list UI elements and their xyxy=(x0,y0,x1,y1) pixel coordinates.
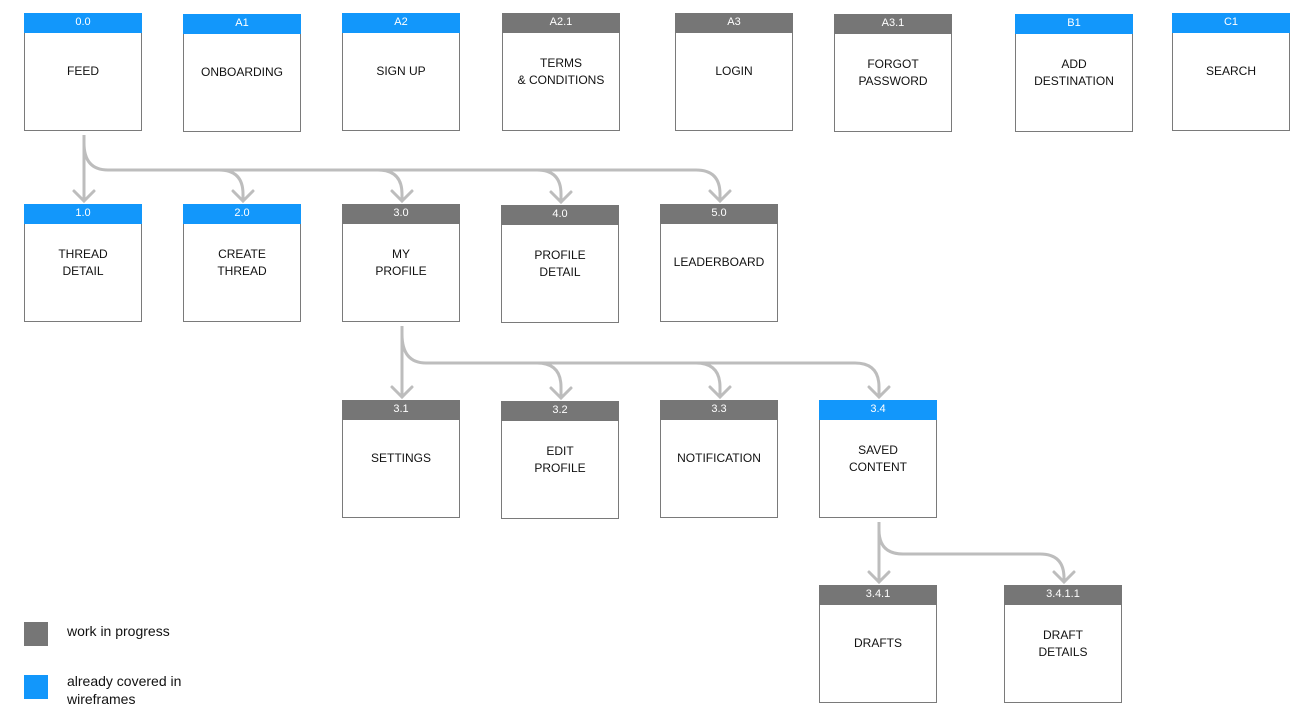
screen-id-badge: 3.4.1 xyxy=(819,585,937,605)
connector-line xyxy=(82,142,696,172)
screen-id-badge: 3.4 xyxy=(819,400,937,420)
screen-id-badge: 3.0 xyxy=(342,204,460,224)
screen-id-badge: 1.0 xyxy=(24,204,142,224)
screen-node[interactable]: 2.0 CREATE THREAD xyxy=(183,204,301,322)
screen-id-badge: A2 xyxy=(342,13,460,33)
arrow-head-icon xyxy=(1052,570,1076,585)
screen-id-badge: A2.1 xyxy=(502,13,620,33)
screen-label: SEARCH xyxy=(1205,64,1256,78)
screen-node[interactable]: 3.4.1 DRAFTS xyxy=(819,585,937,703)
connector-line xyxy=(695,361,722,397)
arrow-head-icon xyxy=(867,570,891,585)
screen-label: NOTIFICATION xyxy=(677,451,761,465)
screen-label: SETTINGS xyxy=(370,451,431,465)
connector-line xyxy=(536,361,563,398)
screen-id-badge: 3.4.1.1 xyxy=(1004,585,1122,605)
arrow-head-icon xyxy=(231,189,255,204)
arrow-head-icon xyxy=(867,385,891,400)
screen-node[interactable]: 3.0 MY PROFILE xyxy=(342,204,460,322)
arrow-head-icon xyxy=(390,189,414,204)
connector-line xyxy=(854,361,881,397)
screen-id-badge: B1 xyxy=(1015,14,1133,34)
screen-id-badge: 3.1 xyxy=(342,400,460,420)
connector-line xyxy=(218,168,245,201)
screen-node[interactable]: A2 SIGN UP xyxy=(342,13,460,131)
screen-node[interactable]: 3.4 SAVED CONTENT xyxy=(819,400,937,518)
screen-label: THREAD DETAIL xyxy=(58,246,108,278)
legend-label: already covered in wireframes xyxy=(67,673,182,707)
screen-id-badge: C1 xyxy=(1172,13,1290,33)
screen-label: LEADERBOARD xyxy=(673,255,765,269)
screen-label: DRAFTS xyxy=(854,636,902,650)
screen-node[interactable]: 3.3 NOTIFICATION xyxy=(660,400,778,518)
connector-line xyxy=(1039,552,1066,582)
screen-label: MY PROFILE xyxy=(375,246,427,278)
legend-swatch-gray xyxy=(24,622,48,646)
screen-label: DRAFT DETAILS xyxy=(1038,627,1088,659)
screen-label: SIGN UP xyxy=(376,64,426,78)
screen-node[interactable]: B1 ADD DESTINATION xyxy=(1015,14,1133,132)
legend-already-covered: already covered in wireframes xyxy=(24,672,217,708)
screen-label: SAVED CONTENT xyxy=(849,442,907,474)
legend-swatch-blue xyxy=(24,675,48,699)
screen-node[interactable]: 0.0 FEED xyxy=(24,13,142,131)
screen-label: PROFILE DETAIL xyxy=(534,247,586,279)
screen-label: EDIT PROFILE xyxy=(534,443,586,475)
arrow-head-icon xyxy=(390,385,414,400)
screen-label: TERMS & CONDITIONS xyxy=(517,55,605,87)
screen-node[interactable]: A1 ONBOARDING xyxy=(183,14,301,132)
arrow-head-icon xyxy=(549,190,573,205)
screen-node[interactable]: 4.0 PROFILE DETAIL xyxy=(501,205,619,323)
screen-id-badge: 4.0 xyxy=(501,205,619,225)
arrow-head-icon xyxy=(708,385,732,400)
screen-node[interactable]: 1.0 THREAD DETAIL xyxy=(24,204,142,322)
screen-node[interactable]: 3.1 SETTINGS xyxy=(342,400,460,518)
legend-work-in-progress: work in progress xyxy=(24,622,217,646)
screen-id-badge: 0.0 xyxy=(24,13,142,33)
arrow-head-icon xyxy=(708,189,732,204)
arrow-head-icon xyxy=(72,189,96,204)
connector-line xyxy=(400,333,855,365)
screen-node[interactable]: C1 SEARCH xyxy=(1172,13,1290,131)
legend-label: work in progress xyxy=(67,623,170,639)
screen-label: LOGIN xyxy=(715,64,753,78)
connector-line xyxy=(536,168,563,202)
screen-id-badge: A1 xyxy=(183,14,301,34)
arrow-head-icon xyxy=(549,386,573,401)
screen-label: FEED xyxy=(66,64,99,78)
connector-line xyxy=(877,529,1040,556)
screen-node[interactable]: A3.1 FORGOT PASSWORD xyxy=(834,14,952,132)
screen-id-badge: 2.0 xyxy=(183,204,301,224)
screen-node[interactable]: A2.1 TERMS & CONDITIONS xyxy=(502,13,620,131)
screen-node[interactable]: 5.0 LEADERBOARD xyxy=(660,204,778,322)
screen-label: CREATE THREAD xyxy=(217,246,267,278)
screen-id-badge: A3.1 xyxy=(834,14,952,34)
screen-label: ADD DESTINATION xyxy=(1034,56,1114,88)
screen-label: ONBOARDING xyxy=(200,65,283,79)
screen-id-badge: 3.3 xyxy=(660,400,778,420)
screen-label: FORGOT PASSWORD xyxy=(858,56,928,88)
connector-line xyxy=(377,168,404,201)
screen-id-badge: A3 xyxy=(675,13,793,33)
screen-id-badge: 3.2 xyxy=(501,401,619,421)
screen-node[interactable]: 3.4.1.1 DRAFT DETAILS xyxy=(1004,585,1122,703)
screen-node[interactable]: 3.2 EDIT PROFILE xyxy=(501,401,619,519)
screen-id-badge: 5.0 xyxy=(660,204,778,224)
connector-line xyxy=(695,168,722,201)
screen-node[interactable]: A3 LOGIN xyxy=(675,13,793,131)
